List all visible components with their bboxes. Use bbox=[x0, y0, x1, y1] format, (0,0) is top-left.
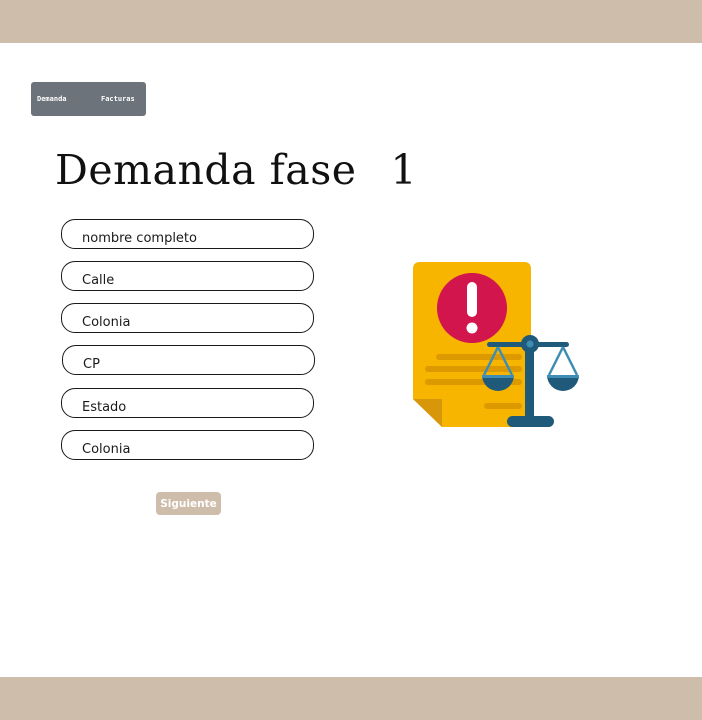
cp-input[interactable] bbox=[63, 346, 314, 374]
phase-number: 1 bbox=[390, 146, 418, 194]
nombre-completo-field[interactable] bbox=[61, 219, 314, 249]
top-banner bbox=[0, 0, 702, 43]
nombre-completo-input[interactable] bbox=[62, 220, 313, 248]
next-button[interactable]: Siguiente bbox=[156, 492, 221, 515]
nav-link-facturas[interactable]: Facturas bbox=[101, 95, 135, 103]
colonia-field[interactable] bbox=[61, 303, 314, 333]
colonia-input-2[interactable] bbox=[62, 431, 313, 459]
colonia-input[interactable] bbox=[62, 304, 313, 332]
bottom-banner bbox=[0, 677, 702, 720]
estado-input[interactable] bbox=[62, 389, 313, 417]
legal-document-scale-icon bbox=[413, 262, 579, 427]
cp-field[interactable] bbox=[62, 345, 315, 375]
page-title: Demanda fase 1 bbox=[55, 146, 417, 194]
colonia-field-2[interactable] bbox=[61, 430, 314, 460]
nav-bar: Demanda Facturas bbox=[31, 82, 146, 116]
calle-field[interactable] bbox=[61, 261, 314, 291]
page-title-text: Demanda fase bbox=[55, 146, 357, 194]
estado-field[interactable] bbox=[61, 388, 314, 418]
calle-input[interactable] bbox=[62, 262, 313, 290]
nav-link-demanda[interactable]: Demanda bbox=[37, 95, 67, 103]
